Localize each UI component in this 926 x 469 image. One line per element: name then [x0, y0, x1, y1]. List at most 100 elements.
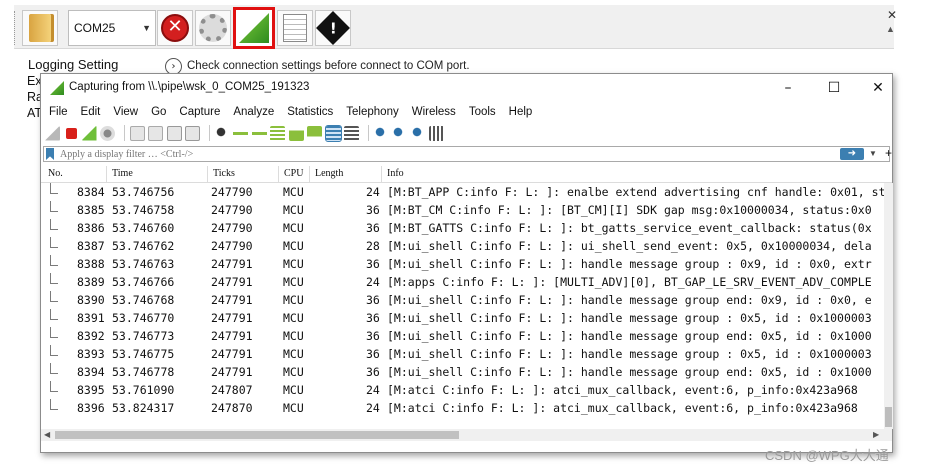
menu-tools[interactable]: Tools	[469, 106, 496, 118]
packet-row[interactable]: 8394 53.746778 247791 MCU 36 [M:ui_shell C:in…	[41, 363, 884, 381]
arrow-right-icon[interactable]: ›	[165, 57, 182, 75]
vertical-scroll-thumb[interactable]	[885, 407, 892, 427]
col-time[interactable]: Time	[112, 168, 133, 179]
menu-help[interactable]: Help	[509, 106, 533, 118]
packet-length: 24	[366, 275, 380, 289]
filter-dropdown-icon[interactable]: ▼	[869, 147, 877, 161]
open-file-icon[interactable]	[129, 125, 145, 141]
tree-connector-icon	[50, 237, 58, 248]
col-ticks[interactable]: Ticks	[213, 168, 235, 179]
close-file-icon[interactable]	[166, 125, 182, 141]
packet-cpu: MCU	[283, 293, 304, 307]
menu-go[interactable]: Go	[151, 106, 166, 118]
stop-icon: ✕	[161, 14, 189, 42]
packet-row[interactable]: 8390 53.746768 247791 MCU 36 [M:ui_shell C:in…	[41, 291, 884, 309]
scroll-left-icon[interactable]: ◀	[44, 429, 50, 441]
bookmark-icon[interactable]	[46, 148, 54, 160]
window-titlebar[interactable]: Capturing from \\.\pipe\wsk_0_COM25_1913…	[41, 74, 892, 102]
packet-row[interactable]: 8388 53.746763 247791 MCU 36 [M:ui_shell C:in…	[41, 255, 884, 273]
go-forward-icon[interactable]	[251, 125, 267, 141]
colorize-icon[interactable]	[344, 125, 359, 141]
column-divider[interactable]	[207, 166, 208, 183]
packet-row[interactable]: 8384 53.746756 247790 MCU 24 [M:BT_APP C:info…	[41, 183, 884, 201]
save-file-icon[interactable]	[148, 125, 163, 141]
menu-file[interactable]: File	[49, 106, 68, 118]
open-folder-button[interactable]	[22, 10, 58, 46]
menu-capture[interactable]: Capture	[179, 106, 220, 118]
col-length[interactable]: Length	[315, 168, 343, 179]
auto-scroll-icon[interactable]	[324, 124, 342, 142]
menu-analyze[interactable]: Analyze	[233, 106, 274, 118]
restart-capture-icon[interactable]	[81, 125, 97, 141]
packet-time: 53.746770	[112, 311, 175, 325]
wireshark-button[interactable]	[233, 7, 275, 49]
menu-view[interactable]: View	[113, 106, 138, 118]
packet-ticks: 247791	[211, 347, 253, 361]
folder-icon	[29, 14, 51, 42]
packet-row[interactable]: 8395 53.761090 247807 MCU 24 [M:atci C:info F…	[41, 381, 884, 399]
packet-row[interactable]: 8386 53.746760 247790 MCU 36 [M:BT_GATTS C:in…	[41, 219, 884, 237]
vertical-scrollbar[interactable]	[884, 183, 893, 429]
go-back-icon[interactable]	[233, 125, 248, 141]
packet-length: 36	[366, 347, 380, 361]
packet-info: [M:atci C:info F: L: ]: atci_mux_callbac…	[387, 401, 858, 415]
column-divider[interactable]	[106, 166, 107, 183]
packet-row[interactable]: 8392 53.746773 247791 MCU 36 [M:ui_shell C:in…	[41, 327, 884, 345]
start-capture-icon[interactable]	[45, 125, 60, 141]
packet-time: 53.746768	[112, 293, 175, 307]
find-packet-icon[interactable]	[214, 125, 230, 141]
horizontal-scroll-thumb[interactable]	[55, 431, 459, 439]
toolbar-grip[interactable]	[14, 11, 17, 45]
minimize-button[interactable]: –	[768, 77, 808, 99]
column-divider[interactable]	[278, 166, 279, 183]
normal-size-icon[interactable]	[410, 125, 426, 141]
warning-button[interactable]: !	[315, 10, 351, 46]
zoom-in-icon[interactable]	[373, 125, 389, 141]
column-divider[interactable]	[381, 166, 382, 183]
packet-length: 36	[366, 221, 380, 235]
packet-row[interactable]: 8385 53.746758 247790 MCU 36 [M:BT_CM C:info …	[41, 201, 884, 219]
col-info[interactable]: Info	[387, 168, 404, 179]
menu-statistics[interactable]: Statistics	[287, 106, 333, 118]
disconnect-button[interactable]: ✕	[157, 10, 193, 46]
packet-row[interactable]: 8389 53.746766 247791 MCU 24 [M:apps C:info F…	[41, 273, 884, 291]
column-divider[interactable]	[309, 166, 310, 183]
log-view-button[interactable]	[277, 10, 313, 46]
stop-capture-icon[interactable]	[65, 127, 77, 139]
pin-icon[interactable]: ▲	[886, 24, 895, 34]
menu-wireless[interactable]: Wireless	[412, 106, 456, 118]
last-packet-icon[interactable]	[307, 125, 322, 141]
close-icon[interactable]: ✕	[887, 8, 897, 22]
window-close-button[interactable]: ✕	[858, 77, 898, 99]
menu-edit[interactable]: Edit	[81, 106, 101, 118]
capture-window: Capturing from \\.\pipe\wsk_0_COM25_1913…	[40, 73, 893, 453]
maximize-button[interactable]: ☐	[814, 77, 854, 99]
document-icon	[283, 14, 307, 42]
packet-row[interactable]: 8393 53.746775 247791 MCU 36 [M:ui_shell C:in…	[41, 345, 884, 363]
packet-info: [M:ui_shell C:info F: L: ]: handle messa…	[387, 257, 872, 271]
com-port-select[interactable]: COM25 ▼	[68, 10, 156, 46]
packet-length: 24	[366, 185, 380, 199]
zoom-out-icon[interactable]	[392, 125, 407, 141]
resize-columns-icon[interactable]	[429, 125, 444, 141]
apply-filter-button[interactable]: ➜	[840, 148, 864, 160]
col-no[interactable]: No.	[48, 168, 63, 179]
packet-row[interactable]: 8387 53.746762 247790 MCU 28 [M:ui_shell C:in…	[41, 237, 884, 255]
packet-no: 8391	[77, 311, 105, 325]
col-cpu[interactable]: CPU	[284, 168, 303, 179]
first-packet-icon[interactable]	[288, 125, 304, 141]
settings-button[interactable]	[195, 10, 231, 46]
menu-telephony[interactable]: Telephony	[346, 106, 398, 118]
display-filter-input[interactable]	[60, 148, 820, 161]
packet-time: 53.746778	[112, 365, 175, 379]
packet-ticks: 247790	[211, 221, 253, 235]
reload-file-icon[interactable]	[185, 125, 200, 141]
packet-row[interactable]: 8391 53.746770 247791 MCU 36 [M:ui_shell C:in…	[41, 309, 884, 327]
packet-length: 36	[366, 311, 380, 325]
scroll-right-icon[interactable]: ▶	[873, 429, 879, 441]
go-to-packet-icon[interactable]	[270, 125, 285, 141]
horizontal-scrollbar[interactable]: ◀ ▶	[41, 429, 892, 441]
add-filter-button[interactable]: +	[885, 147, 892, 159]
capture-options-icon[interactable]	[100, 125, 115, 141]
packet-row[interactable]: 8396 53.824317 247870 MCU 24 [M:atci C:info F…	[41, 399, 884, 417]
